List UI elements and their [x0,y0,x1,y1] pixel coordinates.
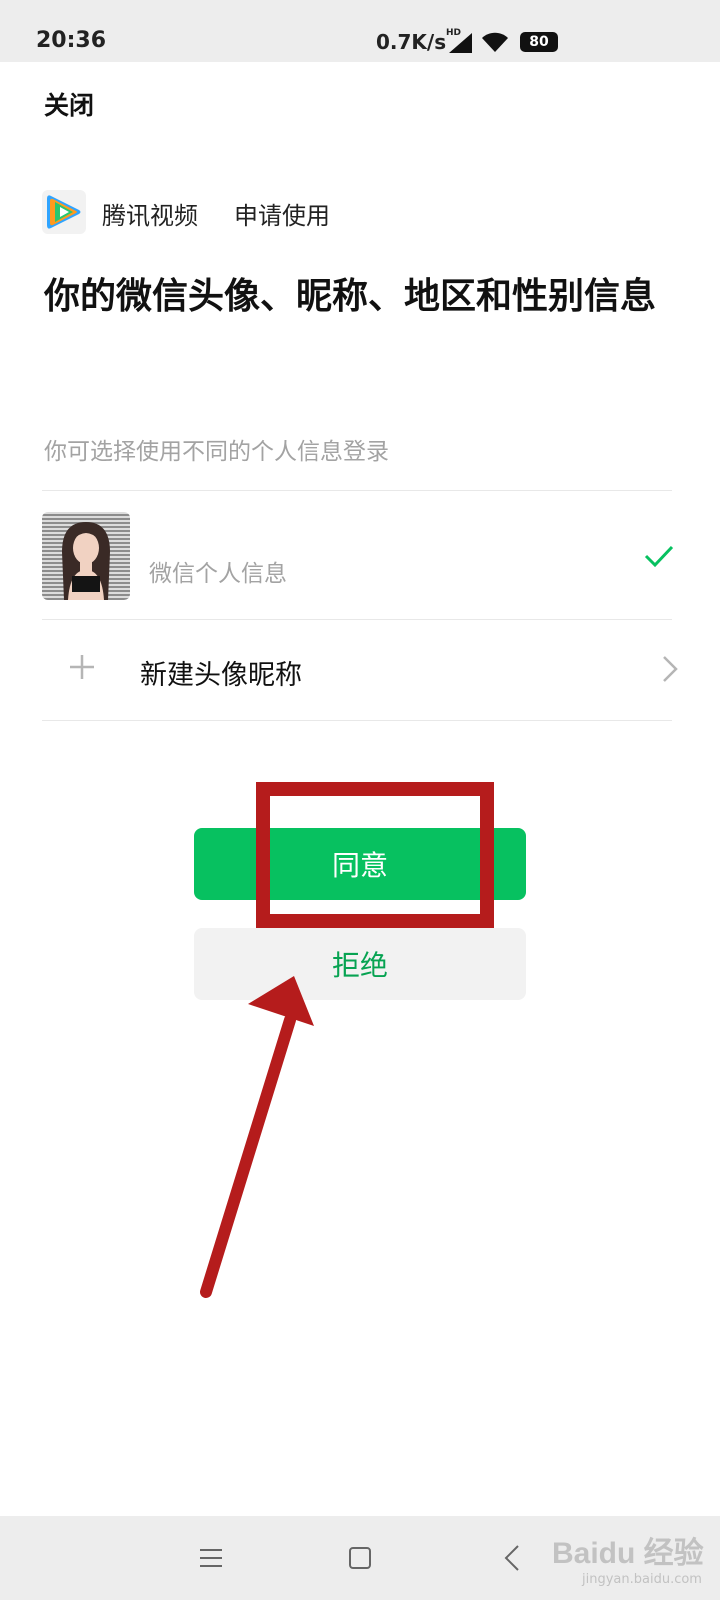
request-text: 申请使用 [234,202,330,230]
chevron-right-icon [663,656,678,682]
annotation-arrow-icon [200,976,314,1298]
divider [42,619,672,620]
avatar [42,512,130,600]
signal-icon [449,33,472,53]
app-name: 腾讯视频 [102,202,198,230]
page-title: 你的微信头像、昵称、地区和性别信息 [44,276,657,317]
tencent-video-logo-icon [42,190,86,234]
battery-icon: 80 [520,32,558,52]
option-label: 新建头像昵称 [140,660,302,691]
wifi-icon [482,32,508,52]
home-icon[interactable] [348,1546,372,1570]
page-subtitle: 你可选择使用不同的个人信息登录 [44,439,389,465]
network-speed: 0.7K/s [376,30,447,54]
decline-button[interactable]: 拒绝 [194,928,526,1000]
divider [42,490,672,491]
system-nav-bar [0,1516,720,1600]
agree-button[interactable]: 同意 [194,828,526,900]
menu-icon[interactable] [198,1546,224,1570]
option-new-avatar-nickname[interactable]: 新建头像昵称 [42,621,678,719]
divider [42,720,672,721]
back-icon[interactable] [504,1544,520,1572]
plus-icon [70,655,94,679]
check-icon [644,545,674,568]
status-time: 20:36 [36,28,107,53]
status-bar: 20:36 0.7K/s HD 80 [0,0,720,62]
close-button[interactable]: 关闭 [44,86,94,122]
option-label: 微信个人信息 [149,561,287,587]
option-wechat-profile[interactable]: 微信个人信息 [42,492,674,618]
